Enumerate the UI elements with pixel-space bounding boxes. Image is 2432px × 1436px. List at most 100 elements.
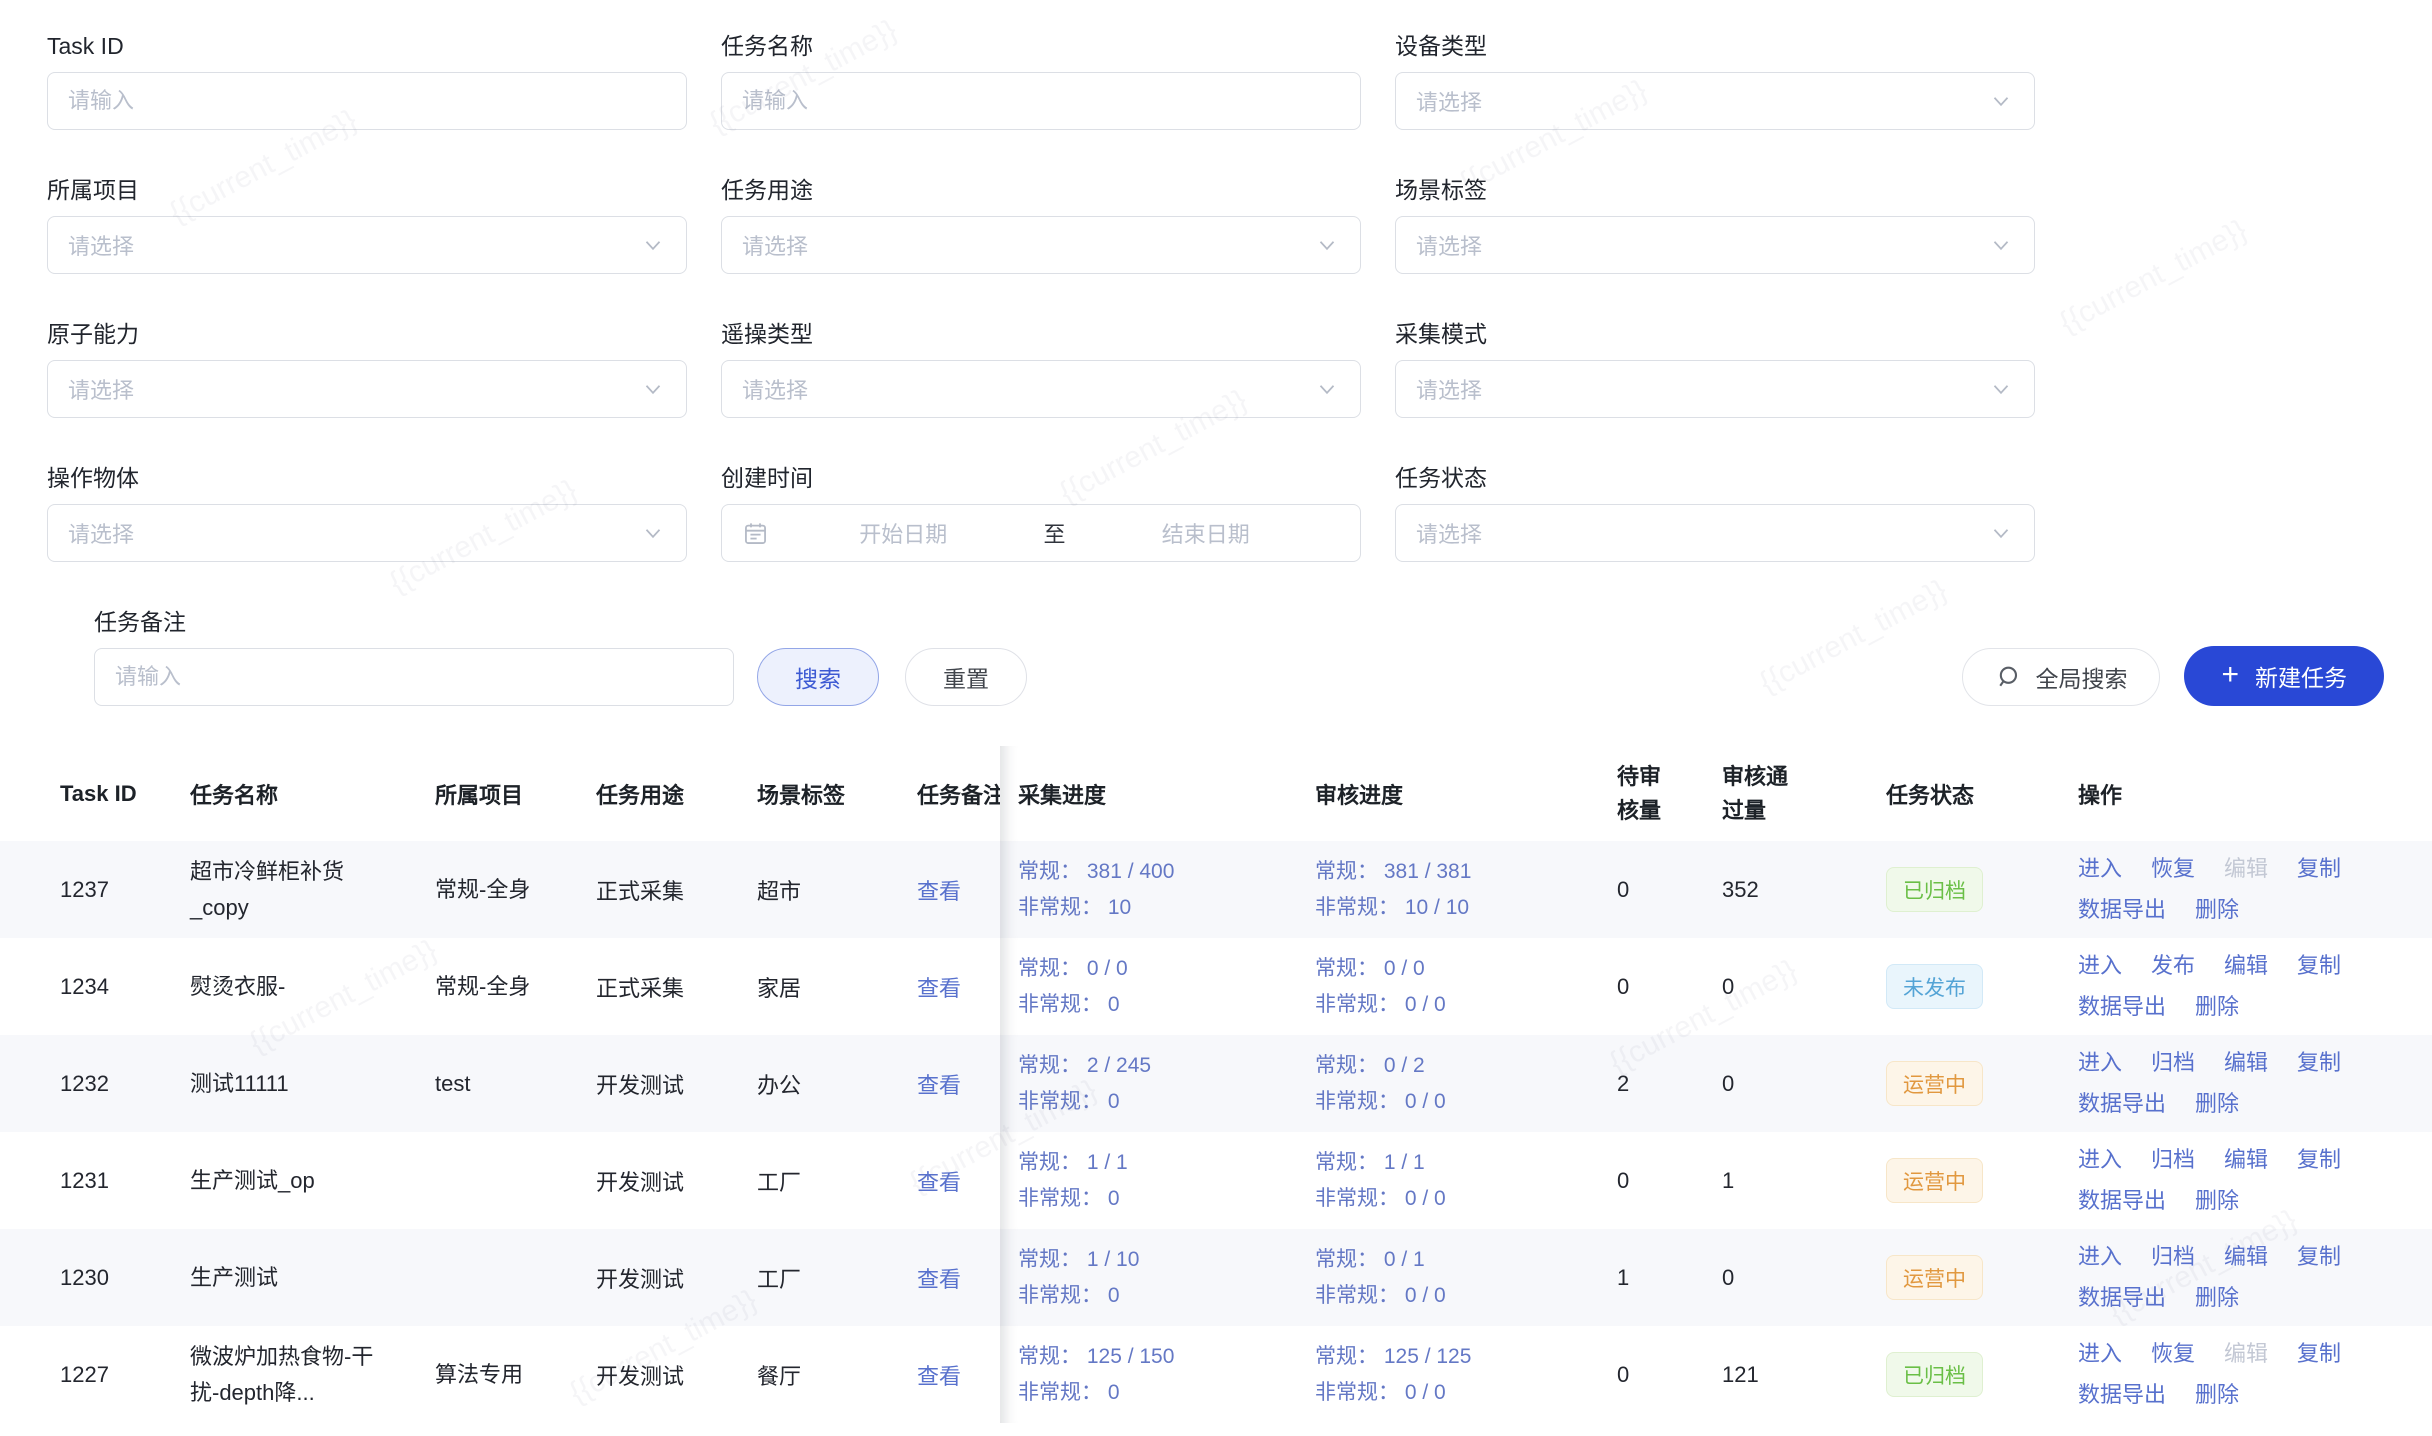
atomic-ability-select[interactable]: 请选择: [47, 360, 687, 418]
cell-project: 常规-全身: [435, 938, 596, 1035]
action-export-link[interactable]: 数据导出: [2078, 1379, 2166, 1411]
filter-label-scene-tag: 场景标签: [1395, 174, 2035, 206]
task-remark-input[interactable]: [94, 648, 734, 706]
scene-tag-select[interactable]: 请选择: [1395, 216, 2035, 274]
cell-task-id: 1227: [0, 1326, 190, 1423]
action-export-link[interactable]: 数据导出: [2078, 991, 2166, 1023]
purpose-select[interactable]: 请选择: [721, 216, 1361, 274]
view-remark-link[interactable]: 查看: [917, 1359, 961, 1391]
cell-purpose: 正式采集: [596, 841, 757, 938]
create-time-range-picker[interactable]: 开始日期 至 结束日期: [721, 504, 1361, 562]
action-enter-link[interactable]: 进入: [2078, 1241, 2122, 1273]
action-export-link[interactable]: 数据导出: [2078, 1088, 2166, 1120]
action-copy-link[interactable]: 复制: [2297, 1047, 2341, 1079]
teleop-type-select[interactable]: 请选择: [721, 360, 1361, 418]
action-enter-link[interactable]: 进入: [2078, 853, 2122, 885]
action-edit-link[interactable]: 编辑: [2224, 950, 2268, 982]
filter-field-atomic-ability: 原子能力 请选择: [47, 318, 687, 418]
action-delete-link[interactable]: 删除: [2195, 1282, 2239, 1314]
filter-label-task-name: 任务名称: [721, 30, 1361, 62]
filter-field-purpose: 任务用途 请选择: [721, 174, 1361, 274]
cell-review-progress: 常规： 0 / 1非常规： 0 / 0: [1315, 1229, 1617, 1326]
action-copy-link[interactable]: 复制: [2297, 950, 2341, 982]
cell-project: test: [435, 1035, 596, 1132]
action-delete-link[interactable]: 删除: [2195, 1185, 2239, 1217]
action-edit-link[interactable]: 编辑: [2224, 853, 2268, 885]
cell-purpose: 正式采集: [596, 938, 757, 1035]
column-header-project: 所属项目: [435, 746, 596, 841]
filter-field-create-time: 创建时间 开始日期 至 结束日期: [721, 462, 1361, 562]
view-remark-link[interactable]: 查看: [917, 1068, 961, 1100]
status-badge: 未发布: [1886, 964, 1983, 1009]
action-delete-link[interactable]: 删除: [2195, 1379, 2239, 1411]
action-copy-link[interactable]: 复制: [2297, 1144, 2341, 1176]
collect-mode-select[interactable]: 请选择: [1395, 360, 2035, 418]
cell-purpose: 开发测试: [596, 1326, 757, 1423]
cell-scene-tag: 餐厅: [757, 1326, 917, 1423]
view-remark-link[interactable]: 查看: [917, 1165, 961, 1197]
action-export-link[interactable]: 数据导出: [2078, 1185, 2166, 1217]
cell-project: [435, 1229, 596, 1326]
action-enter-link[interactable]: 进入: [2078, 1047, 2122, 1079]
task-status-select[interactable]: 请选择: [1395, 504, 2035, 562]
action-export-link[interactable]: 数据导出: [2078, 894, 2166, 926]
action-archive-link[interactable]: 归档: [2151, 1144, 2195, 1176]
action-edit-link[interactable]: 编辑: [2224, 1241, 2268, 1273]
cell-approved-count: 0: [1722, 1035, 1886, 1132]
cell-task-name: 生产测试_op: [190, 1132, 435, 1229]
cell-pending-count: 0: [1617, 1326, 1722, 1423]
action-edit-link[interactable]: 编辑: [2224, 1338, 2268, 1370]
cell-task-id: 1230: [0, 1229, 190, 1326]
filter-label-teleop-type: 遥操类型: [721, 318, 1361, 350]
cell-task-name: 微波炉加热食物-干扰-depth降...: [190, 1326, 435, 1423]
action-copy-link[interactable]: 复制: [2297, 1338, 2341, 1370]
cell-project: 算法专用: [435, 1326, 596, 1423]
chevron-down-icon: [1988, 232, 2014, 258]
new-task-button[interactable]: + 新建任务: [2184, 646, 2384, 706]
action-copy-link[interactable]: 复制: [2297, 1241, 2341, 1273]
view-remark-link[interactable]: 查看: [917, 874, 961, 906]
cell-review-progress: 常规： 381 / 381非常规： 10 / 10: [1315, 841, 1617, 938]
reset-button[interactable]: 重置: [905, 648, 1027, 706]
action-delete-link[interactable]: 删除: [2195, 894, 2239, 926]
action-enter-link[interactable]: 进入: [2078, 1144, 2122, 1176]
action-enter-link[interactable]: 进入: [2078, 950, 2122, 982]
cell-collect-progress: 常规： 2 / 245非常规： 0: [1000, 1035, 1315, 1132]
start-date-placeholder[interactable]: 开始日期: [769, 517, 1038, 549]
task-id-input[interactable]: [47, 72, 687, 130]
action-publish-link[interactable]: 发布: [2151, 950, 2195, 982]
project-select[interactable]: 请选择: [47, 216, 687, 274]
chevron-down-icon: [640, 232, 666, 258]
global-search-button[interactable]: 全局搜索: [1962, 648, 2160, 706]
action-restore-link[interactable]: 恢复: [2151, 1338, 2195, 1370]
date-range-separator: 至: [1038, 517, 1072, 549]
view-remark-link[interactable]: 查看: [917, 1262, 961, 1294]
cell-pending-count: 1: [1617, 1229, 1722, 1326]
action-enter-link[interactable]: 进入: [2078, 1338, 2122, 1370]
filter-field-operate-object: 操作物体 请选择: [47, 462, 687, 562]
action-export-link[interactable]: 数据导出: [2078, 1282, 2166, 1314]
end-date-placeholder[interactable]: 结束日期: [1072, 517, 1341, 549]
action-delete-link[interactable]: 删除: [2195, 1088, 2239, 1120]
column-header-approved-count: 审核通过量: [1722, 746, 1886, 841]
cell-scene-tag: 工厂: [757, 1132, 917, 1229]
operate-object-select[interactable]: 请选择: [47, 504, 687, 562]
action-restore-link[interactable]: 恢复: [2151, 853, 2195, 885]
action-archive-link[interactable]: 归档: [2151, 1241, 2195, 1273]
action-copy-link[interactable]: 复制: [2297, 853, 2341, 885]
action-edit-link[interactable]: 编辑: [2224, 1144, 2268, 1176]
task-name-input[interactable]: [721, 72, 1361, 130]
action-edit-link[interactable]: 编辑: [2224, 1047, 2268, 1079]
cell-collect-progress: 常规： 0 / 0非常规： 0: [1000, 938, 1315, 1035]
cell-review-progress: 常规： 1 / 1非常规： 0 / 0: [1315, 1132, 1617, 1229]
action-archive-link[interactable]: 归档: [2151, 1047, 2195, 1079]
table-row: 1237 超市冷鲜柜补货_copy 常规-全身 正式采集 超市 查看 常规： 3…: [0, 841, 2432, 938]
filter-label-project: 所属项目: [47, 174, 687, 206]
action-delete-link[interactable]: 删除: [2195, 991, 2239, 1023]
device-type-select[interactable]: 请选择: [1395, 72, 2035, 130]
search-button[interactable]: 搜索: [757, 648, 879, 706]
view-remark-link[interactable]: 查看: [917, 971, 961, 1003]
filter-field-task-name: 任务名称: [721, 30, 1361, 130]
filter-label-device-type: 设备类型: [1395, 30, 2035, 62]
column-header-scene-tag: 场景标签: [757, 746, 917, 841]
